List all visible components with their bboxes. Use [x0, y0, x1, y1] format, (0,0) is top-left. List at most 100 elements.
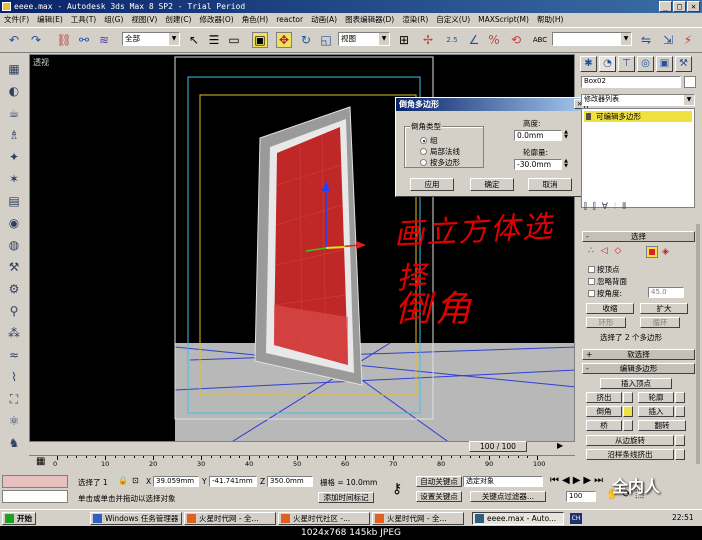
polygon-level-button[interactable]	[646, 246, 658, 258]
viewport-label[interactable]: 透视	[33, 57, 49, 68]
track-bar[interactable]: 0 10 20 30 40 50 60 70 80 90 100	[29, 455, 575, 473]
next-frame-icon[interactable]: ▶	[557, 441, 563, 450]
menu-graph-editors[interactable]: 图表编辑器(D)	[345, 13, 394, 26]
menu-create[interactable]: 创建(C)	[165, 13, 191, 26]
window-crossing-icon[interactable]: ▣	[252, 32, 268, 48]
dynamics-icon[interactable]: ⚛	[5, 412, 23, 430]
spacewarp-icon[interactable]: ≈	[5, 346, 23, 364]
gear-icon[interactable]: ⚙	[5, 280, 23, 298]
set-key-button[interactable]: 设置关键点	[416, 491, 462, 502]
by-vertex-checkbox[interactable]: 按顶点	[588, 264, 620, 275]
menu-help[interactable]: 帮助(H)	[537, 13, 564, 26]
task-browser-1[interactable]: 火星时代网 - 全...	[184, 512, 276, 525]
character-icon[interactable]: ♞	[5, 434, 23, 452]
extrude-spline-settings-button[interactable]	[675, 449, 685, 460]
menu-group[interactable]: 组(G)	[104, 13, 123, 26]
sub-object-level-icons[interactable]: ∴ ◁ ◇	[588, 246, 623, 256]
apply-button[interactable]: 应用	[410, 178, 454, 191]
stack-item-editable-poly[interactable]: 可编辑多边形	[584, 111, 692, 122]
menu-rendering[interactable]: 渲染(R)	[402, 13, 428, 26]
height-input[interactable]: 0.0mm	[514, 130, 562, 141]
select-manipulate-icon[interactable]: ✢	[420, 32, 436, 48]
move-icon[interactable]: ✥	[276, 32, 292, 48]
key-filters-button[interactable]: 关键点过滤器...	[470, 491, 546, 502]
angle-input[interactable]: 45.0	[648, 287, 684, 298]
inset-button[interactable]: 插入	[638, 406, 674, 417]
inset-settings-button[interactable]	[675, 406, 685, 417]
grow-button[interactable]: 扩大	[640, 303, 688, 314]
select-object-icon[interactable]: ↖	[186, 32, 202, 48]
link-icon[interactable]: ⛓	[56, 32, 72, 48]
redo-icon[interactable]: ↷	[28, 32, 44, 48]
curve-editor-icon[interactable]: ⚡	[680, 32, 696, 48]
menu-maxscript[interactable]: MAXScript(M)	[478, 13, 529, 26]
rect-selection-icon[interactable]: ▭	[226, 32, 242, 48]
shape-icon[interactable]: ◐	[5, 82, 23, 100]
box-icon[interactable]: ▤	[5, 192, 23, 210]
modifier-list-dropdown[interactable]: 修改器列表 ▼	[581, 94, 695, 106]
object-name-field[interactable]: Box02	[581, 76, 681, 88]
sphere-icon[interactable]: ◉	[5, 214, 23, 232]
menu-edit[interactable]: 编辑(E)	[37, 13, 63, 26]
outline-button[interactable]: 轮廓	[638, 392, 674, 403]
hinge-from-edge-button[interactable]: 从边旋转	[586, 435, 674, 446]
outline-spinner-arrows[interactable]: ▲ ▼	[563, 159, 569, 170]
by-angle-checkbox[interactable]: 按角度:	[588, 288, 622, 299]
selection-filter-dropdown[interactable]: 全部 ▼	[122, 32, 180, 46]
radio-by-polygon[interactable]: 按多边形	[420, 157, 460, 168]
outline-input[interactable]: -30.0mm	[514, 159, 562, 170]
height-spinner-arrows[interactable]: ▲ ▼	[563, 130, 569, 141]
extrude-settings-button[interactable]	[623, 392, 633, 403]
menu-modifiers[interactable]: 修改器(O)	[199, 13, 233, 26]
task-task-manager[interactable]: Windows 任务管理器	[90, 512, 182, 525]
flip-button[interactable]: 翻转	[638, 420, 686, 431]
utilities-tab-icon[interactable]: ⚒	[675, 56, 692, 72]
panel-scrollbar[interactable]	[696, 224, 700, 464]
add-time-tag-button[interactable]: 添加时间标记	[318, 492, 374, 503]
bind-space-warp-icon[interactable]: ≋	[96, 32, 112, 48]
start-button[interactable]: 开始	[2, 512, 36, 525]
bridge-button[interactable]: 桥	[586, 420, 622, 431]
align-icon[interactable]: ⇲	[660, 32, 676, 48]
hinge-settings-button[interactable]	[675, 435, 685, 446]
named-selection-sets-dropdown[interactable]: ▼	[552, 32, 632, 46]
teapot-icon[interactable]: ☕	[5, 104, 23, 122]
named-selection-icon[interactable]: ABC	[532, 32, 548, 48]
unlink-icon[interactable]: ⚯	[76, 32, 92, 48]
current-frame-input[interactable]: 100	[566, 491, 596, 502]
cylinder-icon[interactable]: ◍	[5, 236, 23, 254]
mirror-icon[interactable]: ⇋	[638, 32, 654, 48]
time-slider-track[interactable]: 100 / 100 ▶	[29, 440, 575, 453]
container-icon[interactable]: ▦	[5, 60, 23, 78]
z-coordinate-input[interactable]: 350.0mm	[267, 476, 313, 487]
edit-polygons-rollout-header[interactable]: - 编辑多边形	[582, 363, 695, 374]
outline-settings-button[interactable]	[675, 392, 685, 403]
playback-controls-icon[interactable]: ⏮◀▶▶⏭	[550, 475, 606, 486]
absolute-mode-icon[interactable]: ⊡	[132, 476, 139, 485]
loop-button[interactable]: 循环	[640, 317, 680, 328]
auto-key-button[interactable]: 自动关键点	[416, 476, 462, 487]
maximize-button[interactable]: □	[673, 1, 686, 12]
lock-icon[interactable]: 🔒	[118, 476, 128, 485]
light-icon[interactable]: ♗	[5, 126, 23, 144]
ok-button[interactable]: 确定	[470, 178, 514, 191]
cancel-button[interactable]: 取消	[528, 178, 572, 191]
selection-rollout-header[interactable]: - 选择	[582, 231, 695, 242]
hierarchy-tab-icon[interactable]: ⊤	[618, 56, 635, 72]
cloth-icon[interactable]: ⛶	[5, 390, 23, 408]
select-by-name-icon[interactable]: ☰	[206, 32, 222, 48]
spinner-snap-icon[interactable]: ⟲	[508, 32, 524, 48]
helper-icon[interactable]: ✶	[5, 170, 23, 188]
modify-tab-icon[interactable]: ◔	[599, 56, 616, 72]
pivot-center-icon[interactable]: ⊞	[396, 32, 412, 48]
camera-icon[interactable]: ✦	[5, 148, 23, 166]
menu-file[interactable]: 文件(F)	[4, 13, 29, 26]
menu-tools[interactable]: 工具(T)	[71, 13, 96, 26]
motion-tab-icon[interactable]: ◎	[637, 56, 654, 72]
time-slider-thumb[interactable]: 100 / 100	[469, 441, 527, 452]
menu-views[interactable]: 视图(V)	[131, 13, 157, 26]
menu-customize[interactable]: 自定义(U)	[436, 13, 470, 26]
close-button[interactable]: ✕	[687, 1, 700, 12]
display-tab-icon[interactable]: ▣	[656, 56, 673, 72]
snap-toggle-icon[interactable]: 2.5	[444, 32, 460, 48]
